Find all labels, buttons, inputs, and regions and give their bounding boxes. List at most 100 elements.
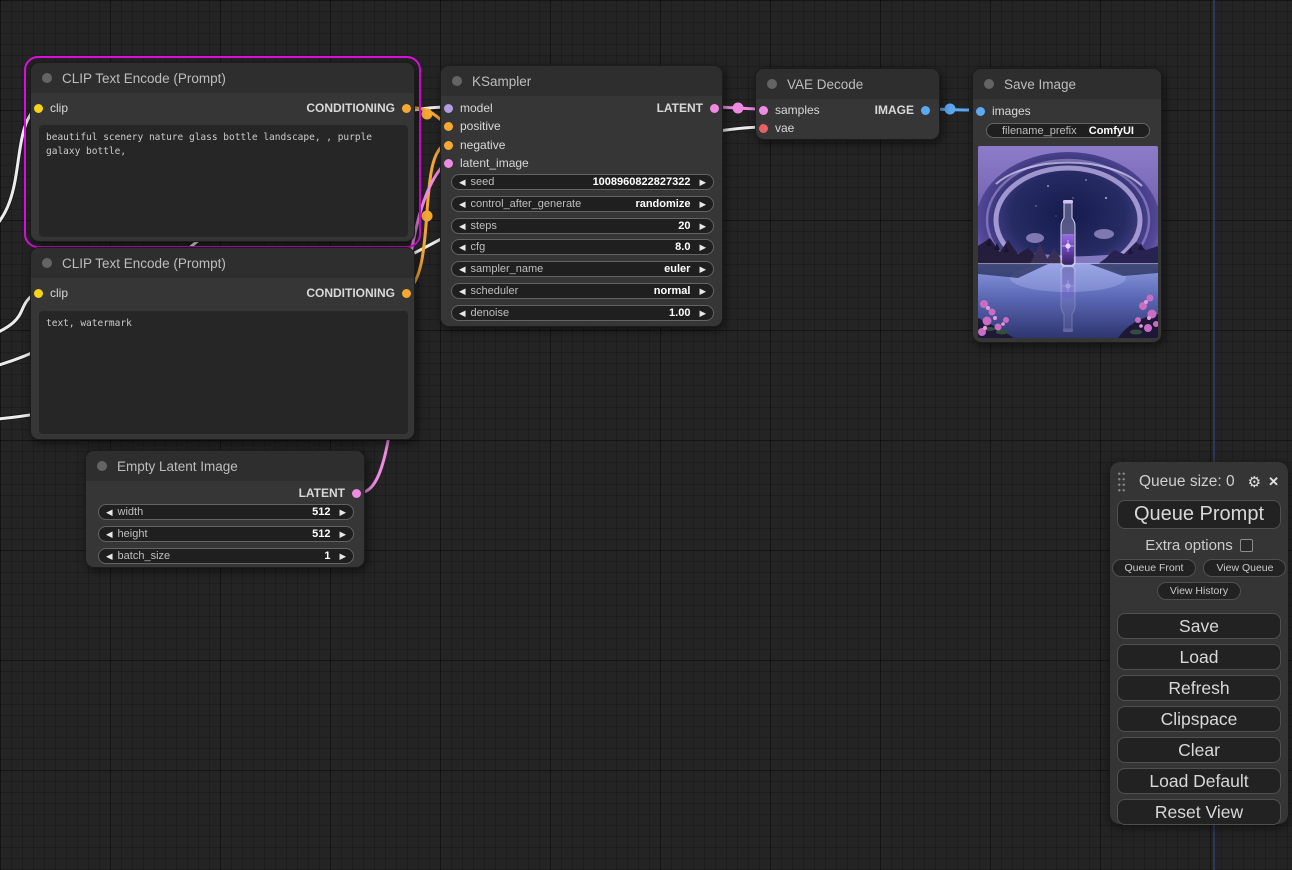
refresh-button[interactable]: Refresh xyxy=(1117,675,1281,701)
load-default-button[interactable]: Load Default xyxy=(1117,768,1281,794)
node-clip-text-encode-negative[interactable]: CLIP Text Encode (Prompt) clip CONDITION… xyxy=(30,247,415,440)
decrement-arrow-icon[interactable]: ◀ xyxy=(459,200,466,209)
node-empty-latent-image[interactable]: Empty Latent Image LATENT ◀ width 512 ▶ … xyxy=(85,450,365,568)
widget-control-after-generate[interactable]: ◀ control_after_generate randomize ▶ xyxy=(451,196,714,212)
decrement-arrow-icon[interactable]: ◀ xyxy=(459,287,466,296)
input-slot-latent-image[interactable]: latent_image xyxy=(444,154,529,172)
link-dot-image[interactable] xyxy=(944,103,956,115)
node-titlebar[interactable]: VAE Decode xyxy=(756,69,939,99)
clipspace-button[interactable]: Clipspace xyxy=(1117,706,1281,732)
extra-options-checkbox[interactable] xyxy=(1239,539,1253,552)
save-button[interactable]: Save xyxy=(1117,613,1281,639)
widget-sampler-name[interactable]: ◀ sampler_name euler ▶ xyxy=(451,261,714,277)
widget-filename-prefix[interactable]: filename_prefix ComfyUI xyxy=(986,123,1150,138)
node-titlebar[interactable]: CLIP Text Encode (Prompt) xyxy=(31,248,414,278)
decrement-arrow-icon[interactable]: ◀ xyxy=(459,222,466,231)
decrement-arrow-icon[interactable]: ◀ xyxy=(106,552,113,561)
input-slot-images[interactable]: images xyxy=(976,102,1031,120)
widget-seed[interactable]: ◀ seed 1008960822827322 ▶ xyxy=(451,174,714,190)
comfyui-canvas[interactable]: { "glyphs": { "left_arrow": "◀", "right_… xyxy=(0,0,1292,870)
increment-arrow-icon[interactable]: ▶ xyxy=(339,508,346,517)
decrement-arrow-icon[interactable]: ◀ xyxy=(459,309,466,318)
widget-width[interactable]: ◀ width 512 ▶ xyxy=(98,504,354,520)
node-titlebar[interactable]: CLIP Text Encode (Prompt) xyxy=(31,63,414,93)
decrement-arrow-icon[interactable]: ◀ xyxy=(106,508,113,517)
node-ksampler[interactable]: KSampler model positive negative latent_… xyxy=(440,65,723,327)
settings-gear-icon[interactable]: ⚙ xyxy=(1248,473,1261,491)
drag-handle-icon[interactable] xyxy=(1117,471,1126,493)
output-slot-latent[interactable]: LATENT xyxy=(657,99,719,117)
slot-dot-icon[interactable] xyxy=(402,288,411,298)
slot-dot-icon[interactable] xyxy=(976,106,985,116)
generated-image-preview[interactable] xyxy=(978,146,1158,338)
output-slot-conditioning[interactable]: CONDITIONING xyxy=(306,99,411,117)
increment-arrow-icon[interactable]: ▶ xyxy=(699,265,706,274)
slot-dot-icon[interactable] xyxy=(759,105,768,115)
widget-batch-size[interactable]: ◀ batch_size 1 ▶ xyxy=(98,548,354,564)
positive-prompt-textarea[interactable]: beautiful scenery nature glass bottle la… xyxy=(39,125,408,237)
collapse-dot-icon[interactable] xyxy=(984,79,994,89)
input-slot-negative[interactable]: negative xyxy=(444,136,505,154)
view-queue-button[interactable]: View Queue xyxy=(1203,559,1287,577)
increment-arrow-icon[interactable]: ▶ xyxy=(339,530,346,539)
node-vae-decode[interactable]: VAE Decode samples vae IMAGE xyxy=(755,68,940,140)
input-slot-clip[interactable]: clip xyxy=(34,99,68,117)
input-slot-clip[interactable]: clip xyxy=(34,284,68,302)
load-button[interactable]: Load xyxy=(1117,644,1281,670)
slot-dot-icon[interactable] xyxy=(352,488,361,498)
widget-denoise[interactable]: ◀ denoise 1.00 ▶ xyxy=(451,305,714,321)
collapse-dot-icon[interactable] xyxy=(767,79,777,89)
link-dot-latent[interactable] xyxy=(732,102,744,114)
decrement-arrow-icon[interactable]: ◀ xyxy=(459,178,466,187)
increment-arrow-icon[interactable]: ▶ xyxy=(699,178,706,187)
collapse-dot-icon[interactable] xyxy=(97,461,107,471)
widget-steps[interactable]: ◀ steps 20 ▶ xyxy=(451,218,714,234)
node-titlebar[interactable]: Save Image xyxy=(973,69,1161,99)
widget-cfg[interactable]: ◀ cfg 8.0 ▶ xyxy=(451,239,714,255)
output-slot-conditioning[interactable]: CONDITIONING xyxy=(306,284,411,302)
decrement-arrow-icon[interactable]: ◀ xyxy=(459,265,466,274)
slot-dot-icon[interactable] xyxy=(402,103,411,113)
close-icon[interactable]: ✕ xyxy=(1261,474,1279,490)
view-history-button[interactable]: View History xyxy=(1156,582,1242,600)
node-clip-text-encode-positive[interactable]: CLIP Text Encode (Prompt) clip CONDITION… xyxy=(30,62,415,242)
decrement-arrow-icon[interactable]: ◀ xyxy=(106,530,113,539)
increment-arrow-icon[interactable]: ▶ xyxy=(699,222,706,231)
node-titlebar[interactable]: Empty Latent Image xyxy=(86,451,364,481)
input-slot-samples[interactable]: samples xyxy=(759,101,820,119)
node-titlebar[interactable]: KSampler xyxy=(441,66,722,96)
node-save-image[interactable]: Save Image images filename_prefix ComfyU… xyxy=(972,68,1162,343)
collapse-dot-icon[interactable] xyxy=(42,73,52,83)
input-slot-vae[interactable]: vae xyxy=(759,119,794,137)
increment-arrow-icon[interactable]: ▶ xyxy=(339,552,346,561)
increment-arrow-icon[interactable]: ▶ xyxy=(699,309,706,318)
widget-scheduler[interactable]: ◀ scheduler normal ▶ xyxy=(451,283,714,299)
increment-arrow-icon[interactable]: ▶ xyxy=(699,243,706,252)
output-slot-image[interactable]: IMAGE xyxy=(875,101,936,119)
slot-dot-icon[interactable] xyxy=(444,158,453,168)
clear-button[interactable]: Clear xyxy=(1117,737,1281,763)
slot-dot-icon[interactable] xyxy=(34,103,43,113)
output-slot-latent[interactable]: LATENT xyxy=(299,484,361,502)
slot-dot-icon[interactable] xyxy=(444,103,453,113)
slot-dot-icon[interactable] xyxy=(444,140,453,150)
collapse-dot-icon[interactable] xyxy=(42,258,52,268)
slot-dot-icon[interactable] xyxy=(34,288,43,298)
input-slot-model[interactable]: model xyxy=(444,99,493,117)
collapse-dot-icon[interactable] xyxy=(452,76,462,86)
negative-prompt-textarea[interactable]: text, watermark xyxy=(39,311,408,434)
increment-arrow-icon[interactable]: ▶ xyxy=(699,200,706,209)
slot-dot-icon[interactable] xyxy=(921,105,930,115)
decrement-arrow-icon[interactable]: ◀ xyxy=(459,243,466,252)
widget-height[interactable]: ◀ height 512 ▶ xyxy=(98,526,354,542)
link-dot-positive[interactable] xyxy=(421,108,433,120)
queue-prompt-button[interactable]: Queue Prompt xyxy=(1117,500,1281,529)
reset-view-button[interactable]: Reset View xyxy=(1117,799,1281,825)
queue-front-button[interactable]: Queue Front xyxy=(1111,559,1197,577)
link-dot-negative[interactable] xyxy=(421,210,433,222)
slot-dot-icon[interactable] xyxy=(444,121,453,131)
slot-dot-icon[interactable] xyxy=(710,103,719,113)
increment-arrow-icon[interactable]: ▶ xyxy=(699,287,706,296)
slot-dot-icon[interactable] xyxy=(759,123,768,133)
input-slot-positive[interactable]: positive xyxy=(444,117,501,135)
